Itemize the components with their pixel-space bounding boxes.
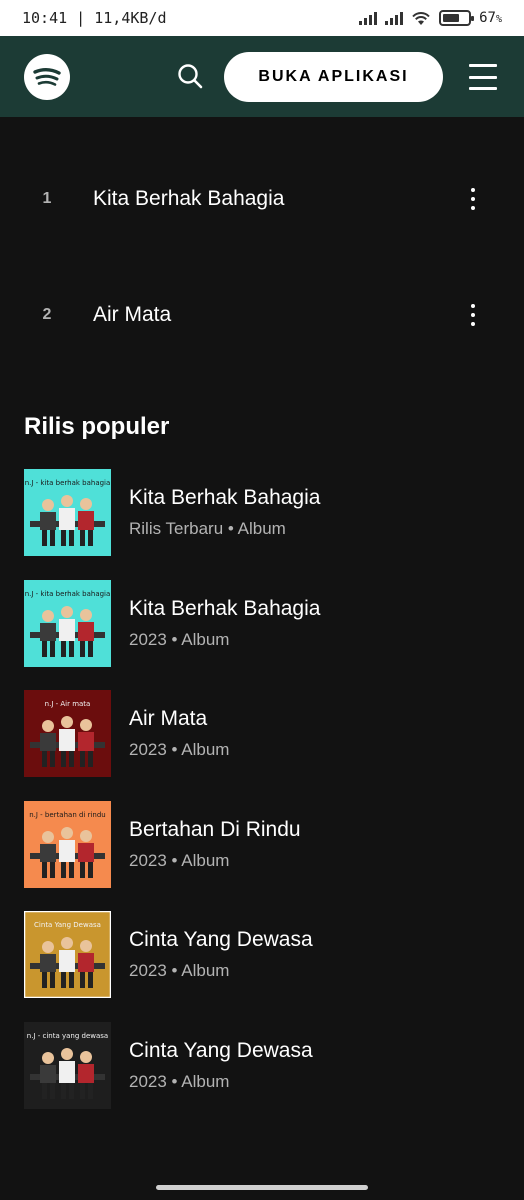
album-title: Cinta Yang Dewasa	[129, 1039, 313, 1062]
album-title: Air Mata	[129, 707, 208, 730]
album-item[interactable]: n.J - kita berhak bahagia Kita Berhak Bah…	[0, 580, 524, 668]
battery-percent: 67%	[479, 10, 502, 26]
track-number: 1	[42, 190, 52, 207]
status-bar: 10:41 | 11,4KB/d 67%	[0, 0, 524, 36]
album-cover-text: n.J - Air mata	[44, 700, 91, 708]
track-title: Kita Berhak Bahagia	[93, 187, 285, 210]
top-header: BUKA APLIKASI	[0, 36, 524, 117]
hamburger-menu-icon[interactable]	[469, 64, 497, 90]
album-title: Kita Berhak Bahagia	[129, 597, 321, 620]
album-meta: 2023 • Album	[129, 740, 230, 759]
home-indicator[interactable]	[156, 1185, 368, 1190]
album-cover-image: n.J - Air mata	[24, 690, 111, 777]
status-time: 10:41 | 11,4KB/d	[22, 9, 167, 27]
album-item[interactable]: Cinta Yang Dewasa Cinta Yang Dewasa 2023 •…	[0, 911, 524, 999]
track-row[interactable]: 2 Air Mata	[0, 285, 524, 345]
album-title: Cinta Yang Dewasa	[129, 928, 313, 951]
album-meta: 2023 • Album	[129, 961, 230, 980]
battery-icon	[439, 10, 475, 26]
album-title: Bertahan Di Rindu	[129, 818, 301, 841]
album-cover-image: n.J - cinta yang dewasa	[24, 1022, 111, 1109]
album-cover-text: n.J - cinta yang dewasa	[26, 1032, 109, 1040]
album-meta: 2023 • Album	[129, 1072, 230, 1091]
album-meta: 2023 • Album	[129, 630, 230, 649]
album-cover-text: n.J - kita berhak bahagia	[24, 479, 111, 487]
track-row[interactable]: 1 Kita Berhak Bahagia	[0, 169, 524, 229]
album-meta: Rilis Terbaru • Album	[129, 519, 286, 538]
album-title: Kita Berhak Bahagia	[129, 486, 321, 509]
more-options-icon[interactable]	[460, 295, 486, 335]
album-cover-text: Cinta Yang Dewasa	[34, 921, 101, 929]
search-icon[interactable]	[174, 60, 206, 92]
album-cover-text: n.J - kita berhak bahagia	[24, 590, 111, 598]
battery-level	[443, 14, 460, 22]
album-cover-image: n.J - bertahan di rindu	[24, 801, 111, 888]
album-cover-image: Cinta Yang Dewasa	[24, 911, 111, 998]
track-title: Air Mata	[93, 303, 172, 326]
album-item[interactable]: n.J - bertahan di rindu Bertahan Di Rindu…	[0, 801, 524, 889]
wifi-icon	[412, 11, 430, 25]
album-cover-image: n.J - kita berhak bahagia	[24, 469, 111, 556]
album-meta: 2023 • Album	[129, 851, 230, 870]
album-cover-image: n.J - kita berhak bahagia	[24, 580, 111, 667]
more-options-icon[interactable]	[460, 179, 486, 219]
album-item[interactable]: n.J - Air mata Air Mata 2023 • Album	[0, 690, 524, 778]
signal-icon-2	[385, 11, 404, 25]
album-cover-text: n.J - bertahan di rindu	[29, 811, 106, 819]
track-number: 2	[42, 306, 52, 323]
open-app-button[interactable]: BUKA APLIKASI	[224, 52, 443, 102]
album-item[interactable]: n.J - kita berhak bahagia Kita Berhak Bah…	[0, 469, 524, 557]
signal-icon	[359, 11, 378, 25]
section-title-popular-releases: Rilis populer	[24, 413, 170, 440]
album-item[interactable]: n.J - cinta yang dewasa Cinta Yang Dewasa…	[0, 1022, 524, 1110]
status-icons: 67%	[359, 10, 502, 26]
spotify-logo-icon[interactable]	[24, 53, 70, 100]
